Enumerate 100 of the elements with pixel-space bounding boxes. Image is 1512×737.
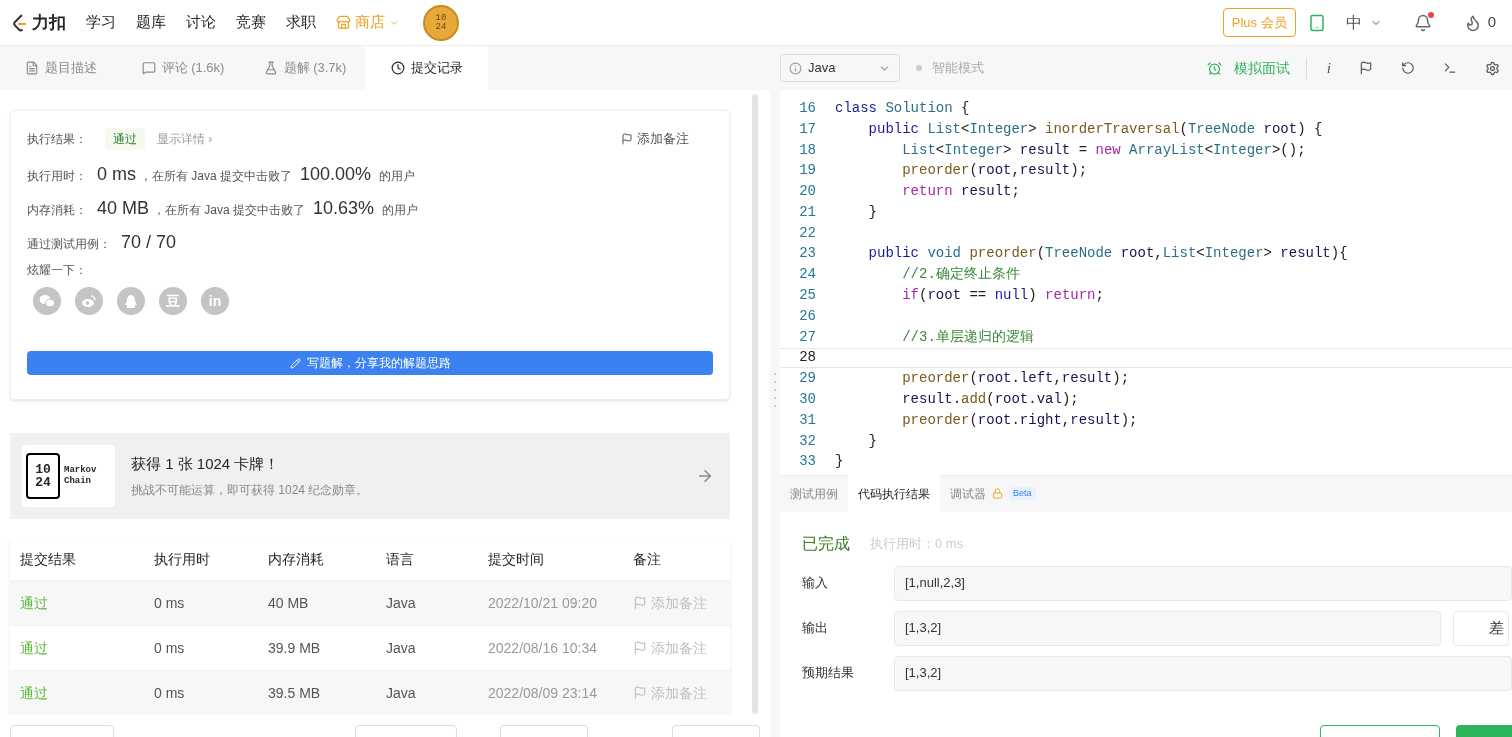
- write-solution-button[interactable]: 写题解，分享我的解题思路: [27, 351, 713, 375]
- scrollbar[interactable]: [752, 94, 758, 714]
- settings-icon[interactable]: [1485, 60, 1500, 76]
- code-line: if(root == null) return;: [901, 286, 1104, 306]
- add-note-button[interactable]: 添加备注: [633, 637, 720, 659]
- store-icon: [336, 15, 351, 30]
- alarm-clock-icon: [1206, 60, 1222, 76]
- table-cell-text: Java: [386, 683, 417, 703]
- code-line: return result;: [901, 182, 1020, 202]
- code-line: class Solution {: [835, 98, 970, 118]
- panel-tab[interactable]: 题目描述: [0, 46, 122, 90]
- plus-button[interactable]: Plus 会员: [1222, 7, 1296, 38]
- info-icon: [789, 61, 802, 75]
- line-number: 30: [798, 390, 817, 410]
- line-number: 21: [798, 202, 817, 222]
- nav-link[interactable]: 题库: [136, 11, 166, 34]
- language-select[interactable]: Java: [780, 54, 900, 82]
- code-line: public void preorder(TreeNode root,List<Integer> result){: [867, 244, 1348, 264]
- table-cell-text: 2022/08/09 23:14: [488, 683, 598, 703]
- line-number: 22: [798, 223, 817, 243]
- table-cell-text: 0 ms: [154, 683, 186, 703]
- flask-icon: [263, 61, 278, 75]
- comment-icon: [141, 61, 156, 75]
- bell-icon[interactable]: [1413, 13, 1432, 32]
- table-cell-text: Java: [386, 638, 417, 658]
- flag-icon[interactable]: [1359, 61, 1373, 75]
- code-line: result.add(root.val);: [901, 390, 1079, 410]
- nav-link[interactable]: 竞赛: [236, 11, 266, 34]
- logo-icon: [12, 13, 28, 32]
- console-tab[interactable]: 调试器 Beta: [940, 475, 1046, 512]
- panel-tab[interactable]: 题解 (3.7k): [244, 46, 366, 90]
- field-label: 预期结果: [802, 664, 855, 683]
- column-header: 内存消耗: [268, 550, 325, 569]
- nav-link[interactable]: 讨论: [186, 11, 216, 34]
- table-cell-text: 40 MB: [268, 593, 310, 613]
- line-number: 16: [798, 98, 817, 118]
- line-number: 32: [798, 431, 817, 451]
- beta-badge: Beta: [1009, 486, 1036, 501]
- code-line: preorder(root.left,result);: [901, 369, 1130, 389]
- promo-card[interactable]: 10 24 Markov Chain 获得 1 张 1024 卡牌！ 挑战不可能运算，即可获得 1024 纪念勋章。: [10, 433, 730, 519]
- metric-percent: 10.63%: [313, 197, 375, 220]
- code-line: //2.确定终止条件: [901, 265, 1020, 285]
- table-cell-text: 39.5 MB: [268, 683, 322, 703]
- diff-button[interactable]: 差: [1453, 610, 1509, 646]
- nav-link[interactable]: 学习: [86, 11, 116, 34]
- nav-link[interactable]: 求职: [286, 11, 316, 34]
- logo-text[interactable]: 力扣: [32, 9, 66, 36]
- value-field: [1,null,2,3]: [894, 565, 1512, 601]
- metric-suffix: 的用户: [379, 168, 416, 185]
- result-link[interactable]: 通过: [20, 637, 154, 659]
- result-link[interactable]: 通过: [20, 592, 154, 614]
- promo-subtitle: 挑战不可能运算，即可获得 1024 纪念勋章。: [131, 482, 369, 500]
- status-tag: 通过: [105, 128, 145, 150]
- tests-label: 通过测试用例：: [27, 236, 112, 253]
- metric-value: 40 MB: [97, 197, 150, 220]
- add-note-button[interactable]: 添加备注: [621, 129, 689, 149]
- document-icon: [25, 61, 39, 75]
- share-label: 炫耀一下：: [27, 262, 88, 279]
- details-link[interactable]: 显示详情 ›: [157, 130, 213, 148]
- tablet-icon[interactable]: [1307, 13, 1326, 32]
- wechat-share-icon[interactable]: [33, 287, 61, 315]
- panel-tab[interactable]: 提交记录: [366, 46, 488, 90]
- column-header: 提交结果: [20, 550, 77, 569]
- metric-label: 内存消耗：: [27, 202, 88, 219]
- terminal-icon[interactable]: [1443, 61, 1457, 75]
- panel-tab[interactable]: 评论 (1.6k): [122, 46, 244, 90]
- info-button[interactable]: i: [1326, 56, 1331, 80]
- weibo-share-icon[interactable]: [75, 287, 103, 315]
- metric-text: ，在所有 Java 提交中击败了: [153, 202, 306, 219]
- column-header: 执行用时: [154, 550, 211, 569]
- card-artwork: 10 24 Markov Chain: [22, 445, 115, 507]
- penguin-share-icon[interactable]: [117, 287, 145, 315]
- line-number: 33: [798, 452, 817, 472]
- smart-mode-toggle[interactable]: 智能模式: [932, 58, 984, 78]
- code-line: }: [835, 452, 844, 472]
- metric-label: 执行用时：: [27, 168, 88, 185]
- value-field: [1,3,2]: [894, 655, 1512, 691]
- reset-icon[interactable]: [1401, 61, 1415, 75]
- console-tab[interactable]: 代码执行结果: [848, 475, 940, 512]
- clock-icon: [391, 61, 405, 75]
- code-line: List<Integer> result = new ArrayList<Integer>();: [901, 140, 1306, 160]
- console-tab[interactable]: 测试用例: [780, 475, 848, 512]
- flag-icon: [633, 641, 647, 655]
- field-label: 输出: [802, 619, 829, 638]
- promo-title: 获得 1 张 1024 卡牌！: [131, 453, 281, 474]
- code-line: }: [867, 202, 877, 222]
- code-line: public List<Integer> inorderTraversal(TreeNode root) {: [867, 119, 1323, 139]
- store-link[interactable]: 商店: [336, 11, 399, 34]
- language-button[interactable]: 中: [1345, 10, 1382, 35]
- code-editor[interactable]: [780, 90, 1512, 475]
- coin-icon[interactable]: 10 24: [423, 4, 459, 41]
- result-link[interactable]: 通过: [20, 682, 154, 704]
- table-cell-text: Java: [386, 593, 417, 613]
- table-cell-text: 0 ms: [154, 593, 186, 613]
- mock-interview-button[interactable]: 模拟面试: [1206, 57, 1307, 79]
- table-cell-text: 0 ms: [154, 638, 186, 658]
- code-line: preorder(root.right,result);: [901, 410, 1138, 430]
- table-cell-text: 2022/10/21 09:20: [488, 593, 598, 613]
- code-line: }: [867, 431, 877, 451]
- line-number: 27: [798, 327, 817, 347]
